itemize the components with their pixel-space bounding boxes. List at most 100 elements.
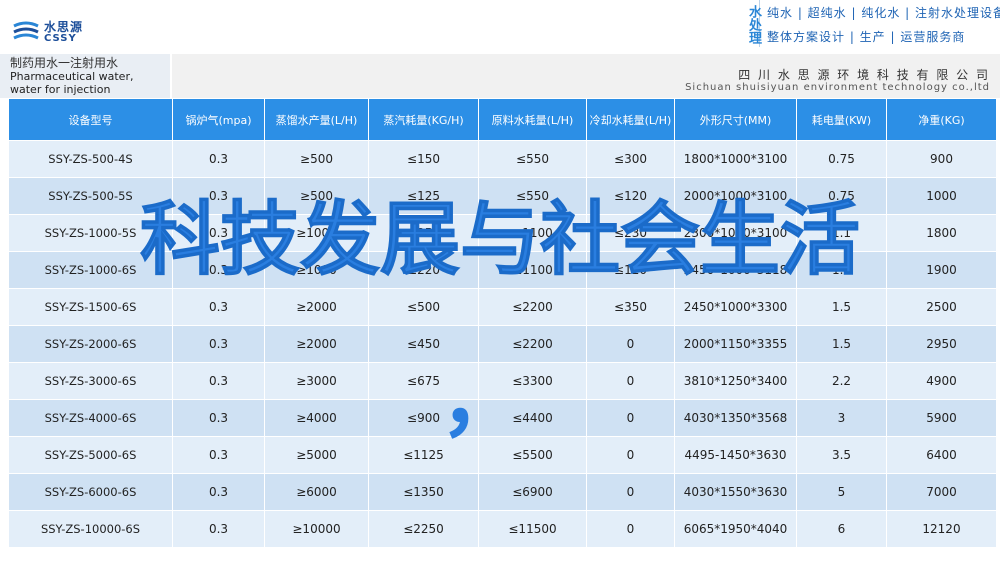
table-cell: ≤250 <box>368 214 479 252</box>
table-cell: ≤550 <box>478 140 587 178</box>
table-cell: ≤120 <box>586 177 675 215</box>
company-logo: 水思源 CSSY <box>12 18 102 50</box>
table-cell: ≤150 <box>368 140 479 178</box>
overlay-comma: ， <box>440 353 523 448</box>
table-cell: 2.2 <box>796 362 887 400</box>
table-cell: 1.1 <box>796 214 887 252</box>
table-cell: 0.3 <box>172 288 265 326</box>
table-cell: 3 <box>796 399 887 437</box>
brand-line-2: 整体方案设计 | 生产 | 运营服务商 <box>767 30 966 44</box>
col-header: 原料水耗量(L/H) <box>478 98 587 141</box>
table-cell: 1000 <box>886 177 997 215</box>
table-cell: ≥500 <box>264 177 369 215</box>
table-cell: 1.5 <box>796 325 887 363</box>
table-row: SSY-ZS-1000-5S 0.3 ≥1000 ≤250 ≤1100 ≤230 2300*… <box>8 214 997 252</box>
table-cell: 12120 <box>886 510 997 548</box>
table-cell: 5 <box>796 473 887 511</box>
table-cell: ≤300 <box>586 140 675 178</box>
table-cell: ≤125 <box>368 177 479 215</box>
col-header: 蒸汽耗量(KG/H) <box>368 98 479 141</box>
table-cell: 1900 <box>886 251 997 289</box>
company-name-en: Sichuan shuisiyuan environment technolog… <box>685 82 990 93</box>
table-cell: 900 <box>886 140 997 178</box>
table-body: SSY-ZS-500-4S 0.3 ≥500 ≤150 ≤550 ≤300 1800*100… <box>8 140 997 548</box>
table-cell: 0.3 <box>172 362 265 400</box>
table-cell: ≥10000 <box>264 510 369 548</box>
table-cell: 0.3 <box>172 140 265 178</box>
table-cell: 4030*1550*3630 <box>674 473 797 511</box>
table-cell: ≥5000 <box>264 436 369 474</box>
table-cell: 4495-1450*3630 <box>674 436 797 474</box>
table-cell: 4030*1350*3568 <box>674 399 797 437</box>
table-cell: ≥3000 <box>264 362 369 400</box>
col-header: 蒸馏水产量(L/H) <box>264 98 369 141</box>
table-cell: SSY-ZS-4000-6S <box>8 399 173 437</box>
table-cell: ≤220 <box>368 251 479 289</box>
company-name-cn: 四 川 水 思 源 环 境 科 技 有 限 公 司 <box>738 68 990 82</box>
table-cell: ≥500 <box>264 140 369 178</box>
table-cell: 0 <box>586 399 675 437</box>
table-cell: 7000 <box>886 473 997 511</box>
table-row: SSY-ZS-1500-6S 0.3 ≥2000 ≤500 ≤2200 ≤350 2450*… <box>8 288 997 326</box>
table-cell: 0.3 <box>172 399 265 437</box>
brand-slogan: 水处理 纯水 | 超纯水 | 纯化水 | 注射水处理设备 整体方案设计 | 生产… <box>737 0 1000 48</box>
table-cell: SSY-ZS-2000-6S <box>8 325 173 363</box>
table-cell: 2000*1150*3355 <box>674 325 797 363</box>
table-cell: ≤2250 <box>368 510 479 548</box>
table-cell: ≤500 <box>368 288 479 326</box>
table-cell: SSY-ZS-1000-6S <box>8 251 173 289</box>
table-cell: 1800 <box>886 214 997 252</box>
col-header: 锅炉气(mpa) <box>172 98 265 141</box>
table-cell: 1.5 <box>796 288 887 326</box>
table-cell: 0.3 <box>172 251 265 289</box>
table-row: SSY-ZS-1000-6S 0.3 ≥1000 ≤220 ≤1100 ≤120 2450*… <box>8 251 997 289</box>
table-cell: 0.3 <box>172 436 265 474</box>
table-cell: ≤350 <box>586 288 675 326</box>
col-header: 外形尺寸(MM) <box>674 98 797 141</box>
table-cell: SSY-ZS-500-4S <box>8 140 173 178</box>
table-cell: ≥1000 <box>264 214 369 252</box>
table-cell: 3.5 <box>796 436 887 474</box>
table-cell: SSY-ZS-6000-6S <box>8 473 173 511</box>
col-header: 耗电量(KW) <box>796 98 887 141</box>
table-cell: 6065*1950*4040 <box>674 510 797 548</box>
spec-table: 设备型号 锅炉气(mpa) 蒸馏水产量(L/H) 蒸汽耗量(KG/H) 原料水耗… <box>8 98 997 548</box>
table-cell: ≤6900 <box>478 473 587 511</box>
table-cell: 0 <box>586 473 675 511</box>
table-cell: 0.3 <box>172 214 265 252</box>
table-cell: ≤550 <box>478 177 587 215</box>
table-cell: 0.75 <box>796 140 887 178</box>
table-cell: 1.1 <box>796 251 887 289</box>
col-header: 冷却水耗量(L/H) <box>586 98 675 141</box>
table-cell: SSY-ZS-1000-5S <box>8 214 173 252</box>
table-cell: ≤11500 <box>478 510 587 548</box>
document-title: 制药用水一注射用水 Pharmaceutical water, water fo… <box>0 54 170 98</box>
table-cell: SSY-ZS-5000-6S <box>8 436 173 474</box>
col-header: 设备型号 <box>8 98 173 141</box>
table-cell: 0.3 <box>172 510 265 548</box>
table-cell: SSY-ZS-10000-6S <box>8 510 173 548</box>
table-cell: 2450*1000*3300 <box>674 288 797 326</box>
brand-line-1: 纯水 | 超纯水 | 纯化水 | 注射水处理设备 <box>767 6 1000 20</box>
table-cell: 0 <box>586 436 675 474</box>
brand-vertical-label: 水处理 <box>737 0 761 47</box>
table-header-row: 设备型号 锅炉气(mpa) 蒸馏水产量(L/H) 蒸汽耗量(KG/H) 原料水耗… <box>8 98 997 141</box>
title-en: Pharmaceutical water, water for injectio… <box>10 70 134 96</box>
table-cell: ≥1000 <box>264 251 369 289</box>
table-cell: 2500 <box>886 288 997 326</box>
table-cell: ≥2000 <box>264 325 369 363</box>
table-cell: 2300*1000*3100 <box>674 214 797 252</box>
table-cell: ≥2000 <box>264 288 369 326</box>
table-cell: ≥6000 <box>264 473 369 511</box>
table-cell: 0.3 <box>172 177 265 215</box>
table-cell: ≤120 <box>586 251 675 289</box>
table-cell: 2000*1000*3100 <box>674 177 797 215</box>
table-row: SSY-ZS-10000-6S 0.3 ≥10000 ≤2250 ≤11500 0 6065… <box>8 510 997 548</box>
table-cell: ≤2200 <box>478 288 587 326</box>
col-header: 净重(KG) <box>886 98 997 141</box>
table-cell: 0.3 <box>172 325 265 363</box>
table-cell: 0 <box>586 510 675 548</box>
table-cell: 0 <box>586 325 675 363</box>
table-cell: ≤230 <box>586 214 675 252</box>
table-cell: 5900 <box>886 399 997 437</box>
